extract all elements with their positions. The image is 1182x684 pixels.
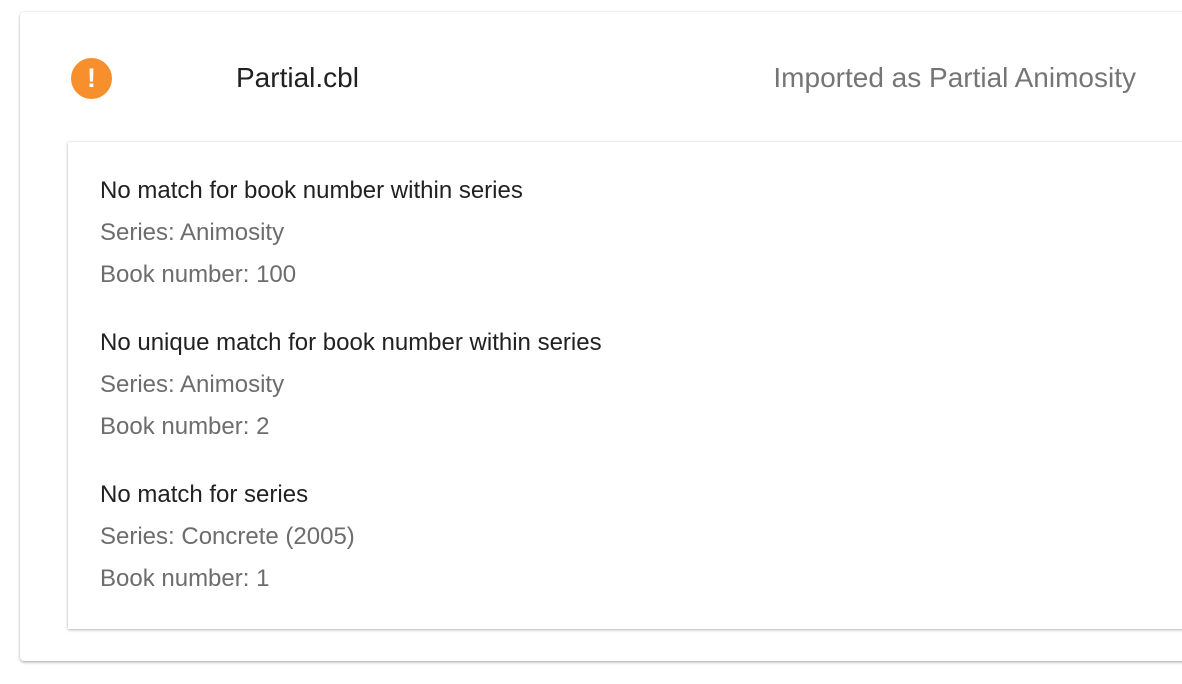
import-result-card: ! Partial.cbl Imported as Partial Animos… xyxy=(20,12,1182,661)
issue-item: No match for book number within series S… xyxy=(100,176,523,290)
warning-icon: ! xyxy=(71,58,112,99)
issue-book-number: Book number: 2 xyxy=(100,413,270,440)
issue-item: No match for series Series: Concrete (20… xyxy=(100,480,355,594)
issue-title: No match for book number within series xyxy=(100,177,523,204)
issue-title: No match for series xyxy=(100,481,309,508)
issue-series: Series: Animosity xyxy=(100,371,285,398)
issue-item: No unique match for book number within s… xyxy=(100,328,602,442)
issue-book-number: Book number: 100 xyxy=(100,261,297,288)
issues-panel: No match for book number within series S… xyxy=(68,142,1182,629)
file-name: Partial.cbl xyxy=(236,62,359,93)
issue-title: No unique match for book number within s… xyxy=(100,329,602,356)
issue-series: Series: Animosity xyxy=(100,219,285,246)
issue-book-number: Book number: 1 xyxy=(100,565,270,592)
issue-series: Series: Concrete (2005) xyxy=(100,523,355,550)
import-result-header[interactable]: ! Partial.cbl Imported as Partial Animos… xyxy=(20,12,1182,140)
import-status-text: Imported as Partial Animosity xyxy=(773,62,1136,93)
